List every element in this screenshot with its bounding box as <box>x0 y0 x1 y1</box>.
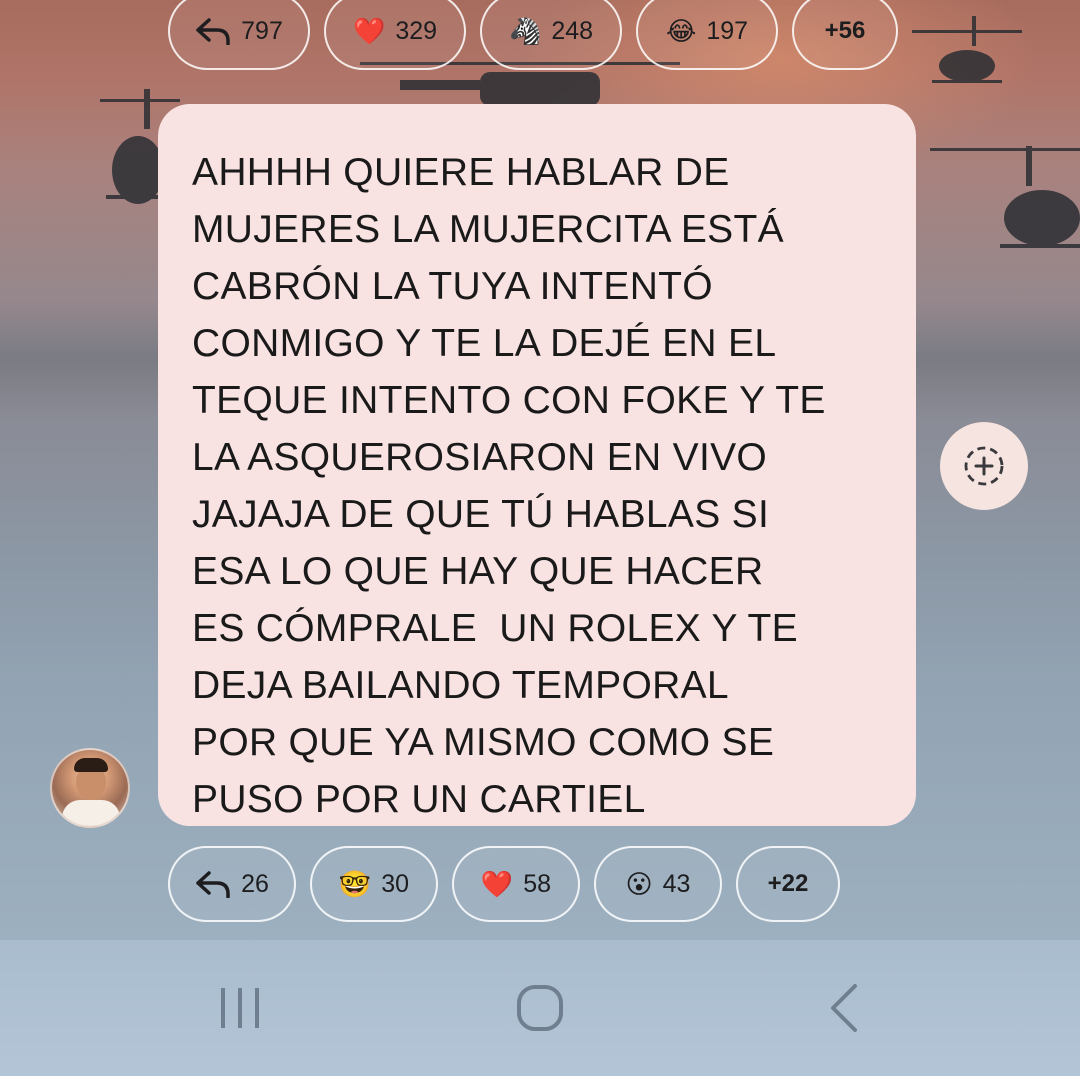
avatar-shirt <box>62 800 120 826</box>
surprised-face-icon: 😮 <box>625 869 653 899</box>
heart-icon: ❤️ <box>480 869 514 899</box>
home-button[interactable] <box>490 940 590 1076</box>
heart-icon: ❤️ <box>352 16 386 46</box>
reaction-count: 58 <box>523 869 552 898</box>
more-reactions-count: +22 <box>767 870 809 897</box>
reply-arrow-icon <box>195 17 231 45</box>
recent-apps-button[interactable] <box>190 940 290 1076</box>
nerd-face-icon: 🤓 <box>338 869 372 899</box>
helicopter-silhouette-icon <box>912 16 1022 83</box>
home-icon <box>517 985 563 1031</box>
reply-count-chip[interactable]: 26 <box>168 846 296 922</box>
reaction-count: 43 <box>662 869 691 898</box>
message-text: AHHHH QUIERE HABLAR DE MUJERES LA MUJERC… <box>192 151 826 821</box>
recent-apps-icon <box>221 988 259 1028</box>
reaction-chip-heart[interactable]: ❤️ 58 <box>452 846 580 922</box>
more-reactions-chip[interactable]: +22 <box>736 846 840 922</box>
reaction-count: 329 <box>395 16 438 45</box>
reaction-count: 197 <box>706 16 749 45</box>
reaction-chip-tears-of-joy[interactable]: 😂 197 <box>636 0 778 70</box>
reply-count-chip[interactable]: 797 <box>168 0 310 70</box>
sender-avatar[interactable] <box>50 748 130 828</box>
helicopter-silhouette-icon <box>930 146 1080 248</box>
bottom-reactions-bar: 26 🤓 30 ❤️ 58 😮 43 +22 <box>168 846 840 922</box>
more-reactions-count: +56 <box>824 17 866 44</box>
back-icon <box>831 984 857 1032</box>
reaction-chip-heart[interactable]: ❤️ 329 <box>324 0 466 70</box>
reply-arrow-icon <box>195 870 231 898</box>
add-reaction-icon <box>964 446 1004 486</box>
more-reactions-chip[interactable]: +56 <box>792 0 898 70</box>
reaction-count: 248 <box>551 16 594 45</box>
reaction-chip-nerd-face[interactable]: 🤓 30 <box>310 846 438 922</box>
back-button[interactable] <box>795 940 895 1076</box>
top-reactions-bar: 797 ❤️ 329 🦓 248 😂 197 +56 <box>168 0 898 70</box>
add-reaction-button[interactable] <box>940 422 1028 510</box>
reply-count: 26 <box>241 869 269 898</box>
system-navigation-bar <box>0 940 1080 1076</box>
zebra-icon: 🦓 <box>508 16 542 46</box>
reaction-count: 30 <box>381 869 410 898</box>
message-bubble[interactable]: AHHHH QUIERE HABLAR DE MUJERES LA MUJERC… <box>158 104 916 826</box>
reply-count: 797 <box>241 16 283 45</box>
reaction-chip-surprised-face[interactable]: 😮 43 <box>594 846 722 922</box>
avatar-hair <box>74 758 108 772</box>
reaction-chip-zebra[interactable]: 🦓 248 <box>480 0 622 70</box>
tears-of-joy-icon: 😂 <box>665 16 697 46</box>
